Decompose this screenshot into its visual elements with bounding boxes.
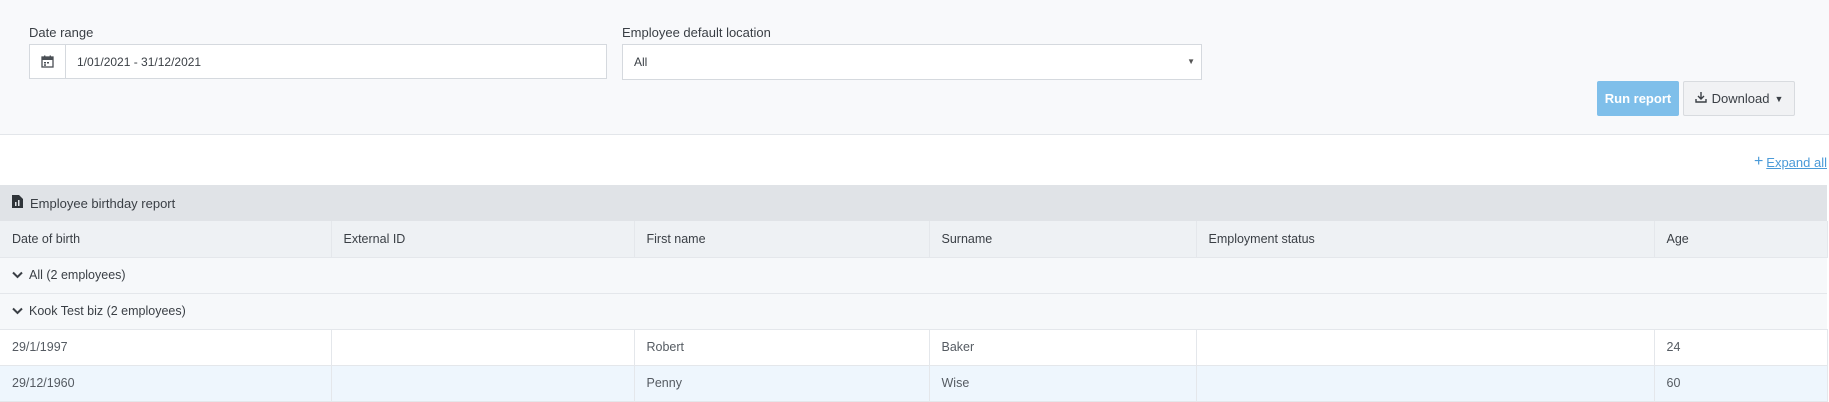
caret-down-icon: ▼	[1774, 93, 1784, 104]
chevron-down-icon[interactable]	[12, 304, 23, 318]
cell-first-name: Robert	[634, 329, 930, 366]
column-header-first-name[interactable]: First name	[634, 221, 930, 258]
column-header-external-id[interactable]: External ID	[331, 221, 635, 258]
calendar-icon[interactable]	[30, 45, 66, 78]
report-title-bar: Employee birthday report	[0, 185, 1827, 221]
group-label: All (2 employees)	[29, 268, 126, 282]
cell-dob: 29/12/1960	[0, 365, 332, 402]
expand-all-label: Expand all	[1766, 154, 1827, 170]
run-report-button[interactable]: Run report	[1597, 81, 1679, 116]
column-header-dob[interactable]: Date of birth	[0, 221, 332, 258]
table-row: 29/12/1960 Penny Wise 60	[0, 365, 1828, 402]
cell-first-name: Penny	[634, 365, 930, 402]
location-label: Employee default location	[622, 25, 771, 40]
location-value: All	[634, 55, 648, 69]
column-header-status[interactable]: Employment status	[1196, 221, 1655, 258]
cell-external-id	[331, 365, 635, 402]
report-table: Date of birth External ID First name Sur…	[0, 221, 1828, 402]
caret-down-icon: ▼	[1187, 57, 1195, 66]
group-row-all[interactable]: All (2 employees)	[0, 257, 1827, 294]
cell-status	[1196, 329, 1655, 366]
date-range-label: Date range	[29, 25, 94, 40]
download-icon	[1694, 91, 1707, 106]
plus-icon: +	[1753, 153, 1764, 170]
group-label: Kook Test biz (2 employees)	[29, 304, 186, 318]
download-label: Download	[1711, 91, 1770, 106]
report-title: Employee birthday report	[30, 195, 176, 211]
download-button[interactable]: Download ▼	[1683, 81, 1795, 116]
expand-all-link[interactable]: + Expand all	[1754, 153, 1827, 171]
column-header-age[interactable]: Age	[1654, 221, 1828, 258]
cell-surname: Wise	[929, 365, 1197, 402]
cell-age: 24	[1654, 329, 1828, 366]
date-range-value: 1/01/2021 - 31/12/2021	[77, 54, 202, 69]
column-header-surname[interactable]: Surname	[929, 221, 1197, 258]
cell-surname: Baker	[929, 329, 1197, 366]
cell-age: 60	[1654, 365, 1828, 402]
table-header-row: Date of birth External ID First name Sur…	[0, 221, 1828, 258]
group-row-business[interactable]: Kook Test biz (2 employees)	[0, 293, 1827, 330]
report-file-icon	[12, 195, 23, 211]
chevron-down-icon[interactable]	[12, 268, 23, 282]
table-row: 29/1/1997 Robert Baker 24	[0, 329, 1828, 366]
date-range-input[interactable]: 1/01/2021 - 31/12/2021	[29, 44, 607, 79]
cell-external-id	[331, 329, 635, 366]
filter-panel: Date range 1/01/2021 - 31/12/2021 Employ…	[0, 0, 1829, 135]
cell-dob: 29/1/1997	[0, 329, 332, 366]
location-select[interactable]: All ▼	[622, 44, 1202, 80]
cell-status	[1196, 365, 1655, 402]
